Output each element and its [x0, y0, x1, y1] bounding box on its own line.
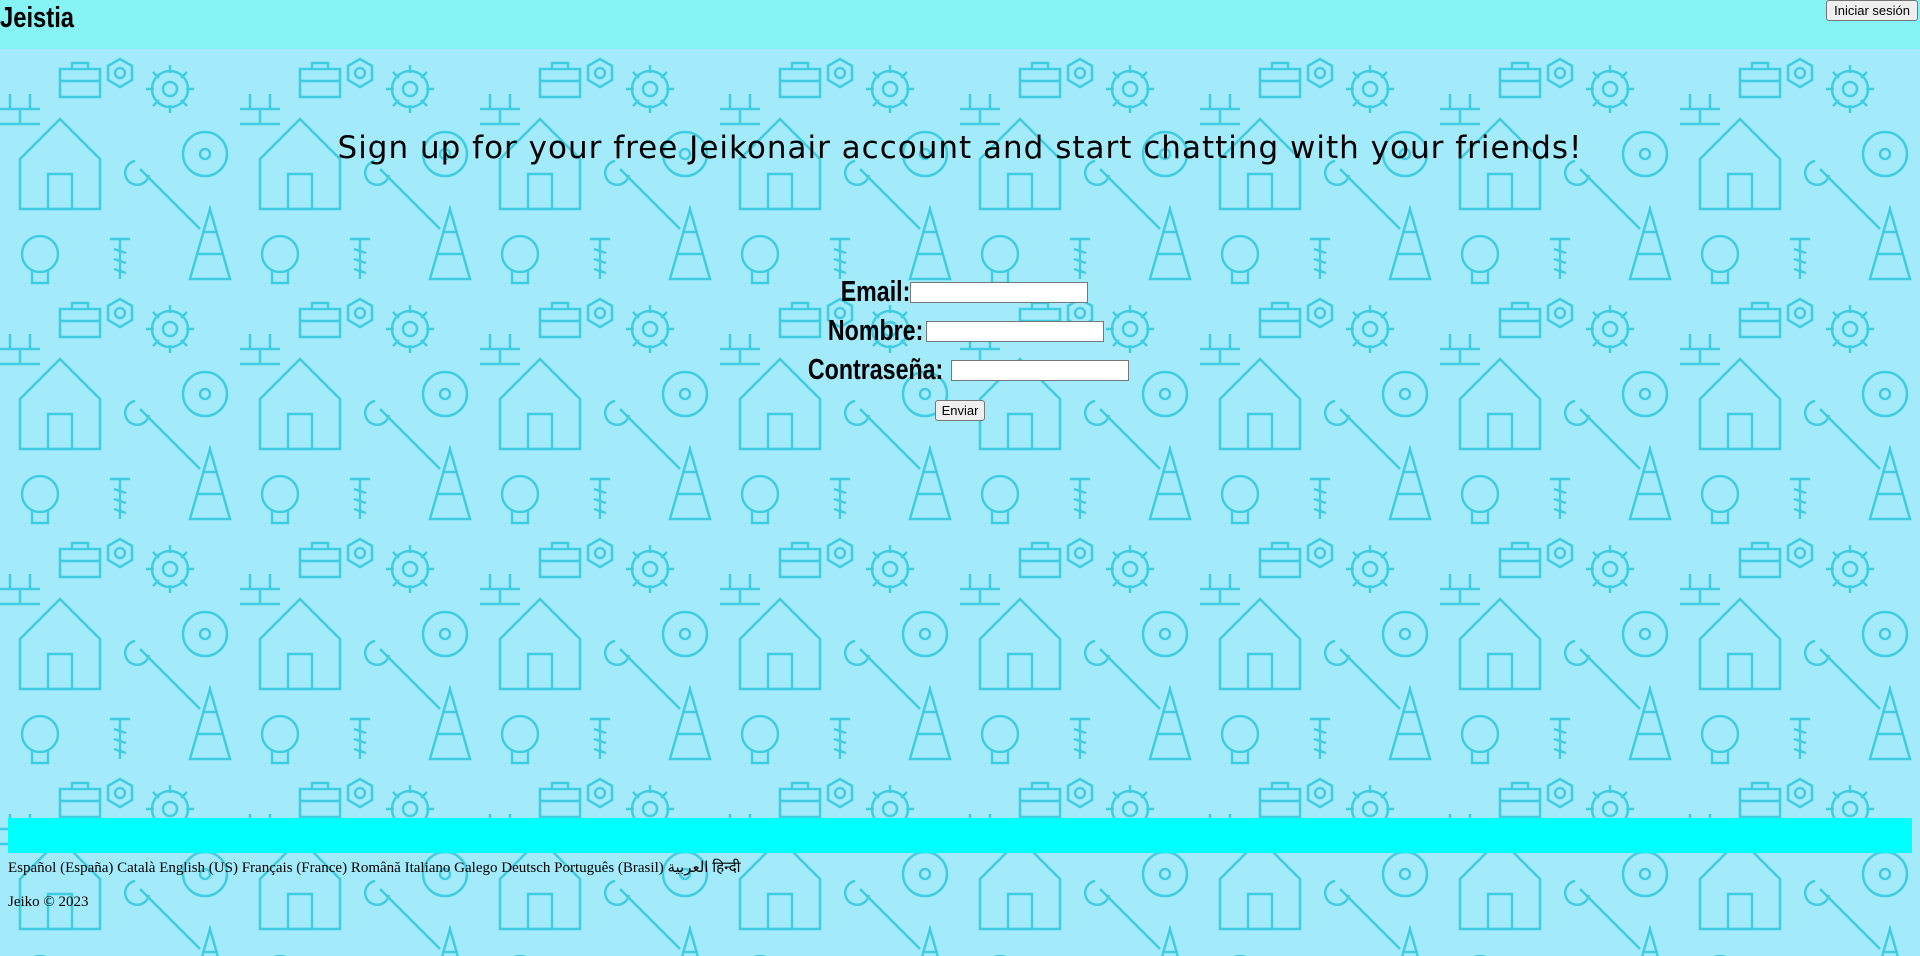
password-label: Contraseña: — [808, 353, 944, 386]
language-link[interactable]: हिन्दी — [712, 860, 740, 876]
email-row: Email: — [0, 272, 1920, 311]
language-link[interactable]: English (US) — [159, 860, 238, 876]
email-field[interactable] — [909, 281, 1088, 303]
language-link[interactable]: Català — [117, 860, 155, 876]
submit-button[interactable]: Enviar — [934, 400, 986, 421]
header-bar: Jeistia Iniciar sesión — [0, 0, 1920, 49]
password-row: Contraseña: — [0, 350, 1920, 389]
language-link[interactable]: العربية — [667, 860, 708, 876]
language-link[interactable]: Français (France) — [242, 860, 347, 876]
language-link[interactable]: Galego — [454, 860, 497, 876]
language-link[interactable]: Italiano — [405, 860, 451, 876]
signup-form: Email: Nombre: Contraseña: Enviar — [0, 272, 1920, 421]
language-link[interactable]: Română — [351, 860, 401, 876]
name-field[interactable] — [925, 320, 1104, 342]
language-link[interactable]: Español (España) — [8, 860, 113, 876]
email-label: Email: — [841, 275, 911, 308]
language-list: Español (España) Català English (US) Fra… — [8, 857, 741, 877]
copyright-text: Jeiko © 2023 — [8, 894, 89, 910]
brand-title: Jeistia — [0, 2, 75, 34]
password-field[interactable] — [950, 359, 1129, 381]
name-row: Nombre: — [0, 311, 1920, 350]
login-button[interactable]: Iniciar sesión — [1826, 0, 1918, 21]
submit-row: Enviar — [0, 400, 1920, 421]
name-label: Nombre: — [828, 314, 924, 347]
language-link[interactable]: Português (Brasil) — [554, 860, 664, 876]
language-link[interactable]: Deutsch — [501, 860, 550, 876]
footer-band — [8, 818, 1912, 853]
page-headline: Sign up for your free Jeikonair account … — [337, 130, 1583, 166]
